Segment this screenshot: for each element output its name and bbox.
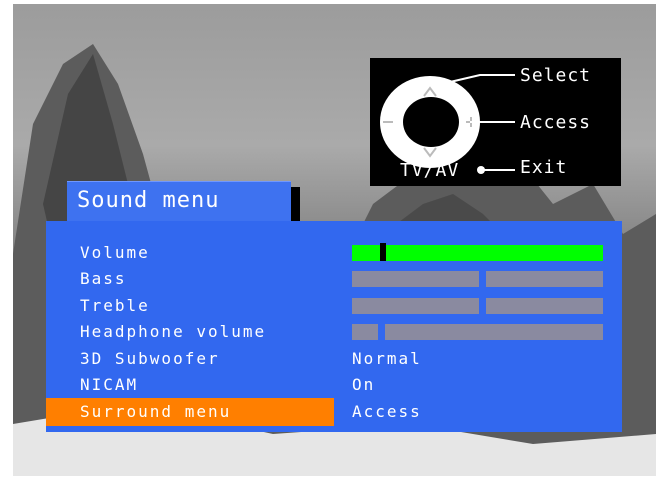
- access-legend-label: Access: [520, 112, 592, 133]
- headphone-slider-right[interactable]: [385, 324, 603, 340]
- exit-legend-label: Exit: [520, 157, 568, 178]
- 3d-subwoofer-label: 3D Subwoofer: [80, 349, 220, 368]
- menu-row-volume[interactable]: Volume: [46, 240, 622, 266]
- select-legend-label: Select: [520, 65, 592, 86]
- menu-row-nicam[interactable]: NICAM On: [46, 372, 622, 398]
- remote-legend: Select Access Exit TV/AV: [370, 58, 621, 186]
- sound-menu-panel: Volume Bass Treble Headphone volume 3D S…: [46, 221, 622, 432]
- volume-slider-marker[interactable]: [380, 243, 386, 261]
- bass-label: Bass: [80, 269, 127, 288]
- menu-row-surround-menu[interactable]: Surround menu Access: [46, 398, 622, 426]
- headphone-slider-left[interactable]: [352, 324, 378, 340]
- nicam-label: NICAM: [80, 375, 139, 394]
- volume-label: Volume: [80, 243, 150, 262]
- nicam-value: On: [352, 375, 376, 394]
- headphone-volume-label: Headphone volume: [80, 322, 267, 341]
- menu-row-bass[interactable]: Bass: [46, 266, 622, 292]
- bass-slider-left[interactable]: [352, 271, 479, 287]
- menu-row-3d-subwoofer[interactable]: 3D Subwoofer Normal: [46, 346, 622, 372]
- treble-slider-right[interactable]: [486, 298, 603, 314]
- tvav-button-label: TV/AV: [400, 160, 460, 181]
- menu-title-box: Sound menu: [67, 181, 291, 222]
- surround-menu-label: Surround menu: [80, 402, 232, 421]
- menu-title: Sound menu: [77, 188, 220, 213]
- 3d-subwoofer-value: Normal: [352, 349, 422, 368]
- surround-menu-value: Access: [352, 402, 422, 421]
- menu-row-headphone-volume[interactable]: Headphone volume: [46, 319, 622, 345]
- volume-slider-track[interactable]: [352, 245, 603, 261]
- bass-slider-right[interactable]: [486, 271, 603, 287]
- treble-slider-left[interactable]: [352, 298, 479, 314]
- treble-label: Treble: [80, 296, 150, 315]
- menu-row-treble[interactable]: Treble: [46, 293, 622, 319]
